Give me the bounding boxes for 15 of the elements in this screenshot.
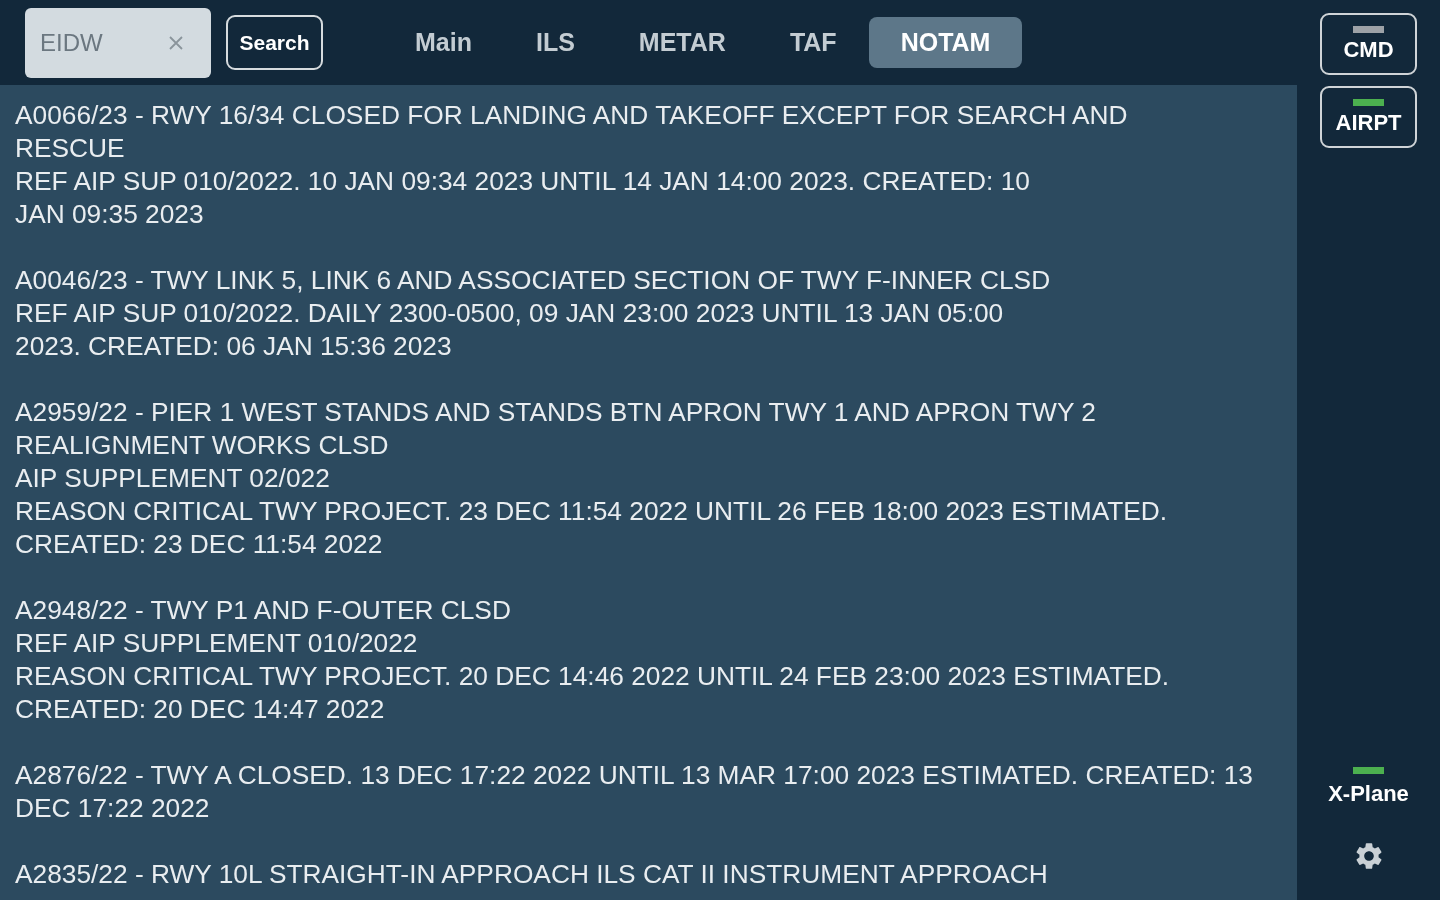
notam-text: A2835/22 - RWY 10L STRAIGHT-IN APPROACH ILS CAT II INSTRUMENT APPROACH [15,858,1049,891]
tab[interactable]: TAF [757,17,869,68]
status-label: X-Plane [1328,781,1409,807]
tab[interactable]: Main [383,17,504,68]
tab[interactable]: ILS [503,17,607,68]
notam-text: A0066/23 - RWY 16/34 CLOSED FOR LANDING AND TAKEOFF EXCEPT FOR SEARCH AND RESCUE REF AIP SUP 010/2022. 10 JAN 09:34 2023 UNTIL 14 JAN 14:00 2023. CREATED: 10 JAN 09:35 2023 [15,99,1129,231]
notam-text: A2959/22 - PIER 1 WEST STANDS AND STANDS BTN APRON TWY 1 AND APRON TWY 2 REALIGNMENT WORKS CLSD AIP SUPPLEMENT 02/022 REASON CRITICAL TWY PROJECT. 23 DEC 11:54 2022 UNTIL 26 FEB 18:00 2023 ESTIMATED. CREATED: 23 DEC 11:54 2022 [15,396,1169,561]
notam-text: A2876/22 - TWY A CLOSED. 13 DEC 17:22 2022 UNTIL 13 MAR 17:00 2023 ESTIMATED. CREATED: 13 DEC 17:22 2022 [15,759,1254,825]
toggle-button[interactable]: CMD [1320,13,1417,75]
notam-text: A0046/23 - TWY LINK 5, LINK 6 AND ASSOCIATED SECTION OF TWY F-INNER CLSD REF AIP SUP 010/2022. DAILY 2300-0500, 09 JAN 23:00 2023 UNTIL 13 JAN 05:00 2023. CREATED: 06 JAN 15:36 2023 [15,264,1052,363]
notam-text: A2948/22 - TWY P1 AND F-OUTER CLSD REF AIP SUPPLEMENT 010/2022 REASON CRITICAL TWY PROJECT. 20 DEC 14:46 2022 UNTIL 24 FEB 23:00 2023 ESTIMATED. CREATED: 20 DEC 14:47 2022 [15,594,1171,726]
tab[interactable]: METAR [606,17,758,68]
toggle-button[interactable]: AIRPT [1320,86,1417,148]
search-button[interactable]: Search [226,15,323,70]
tab[interactable]: NOTAM [868,17,1023,68]
